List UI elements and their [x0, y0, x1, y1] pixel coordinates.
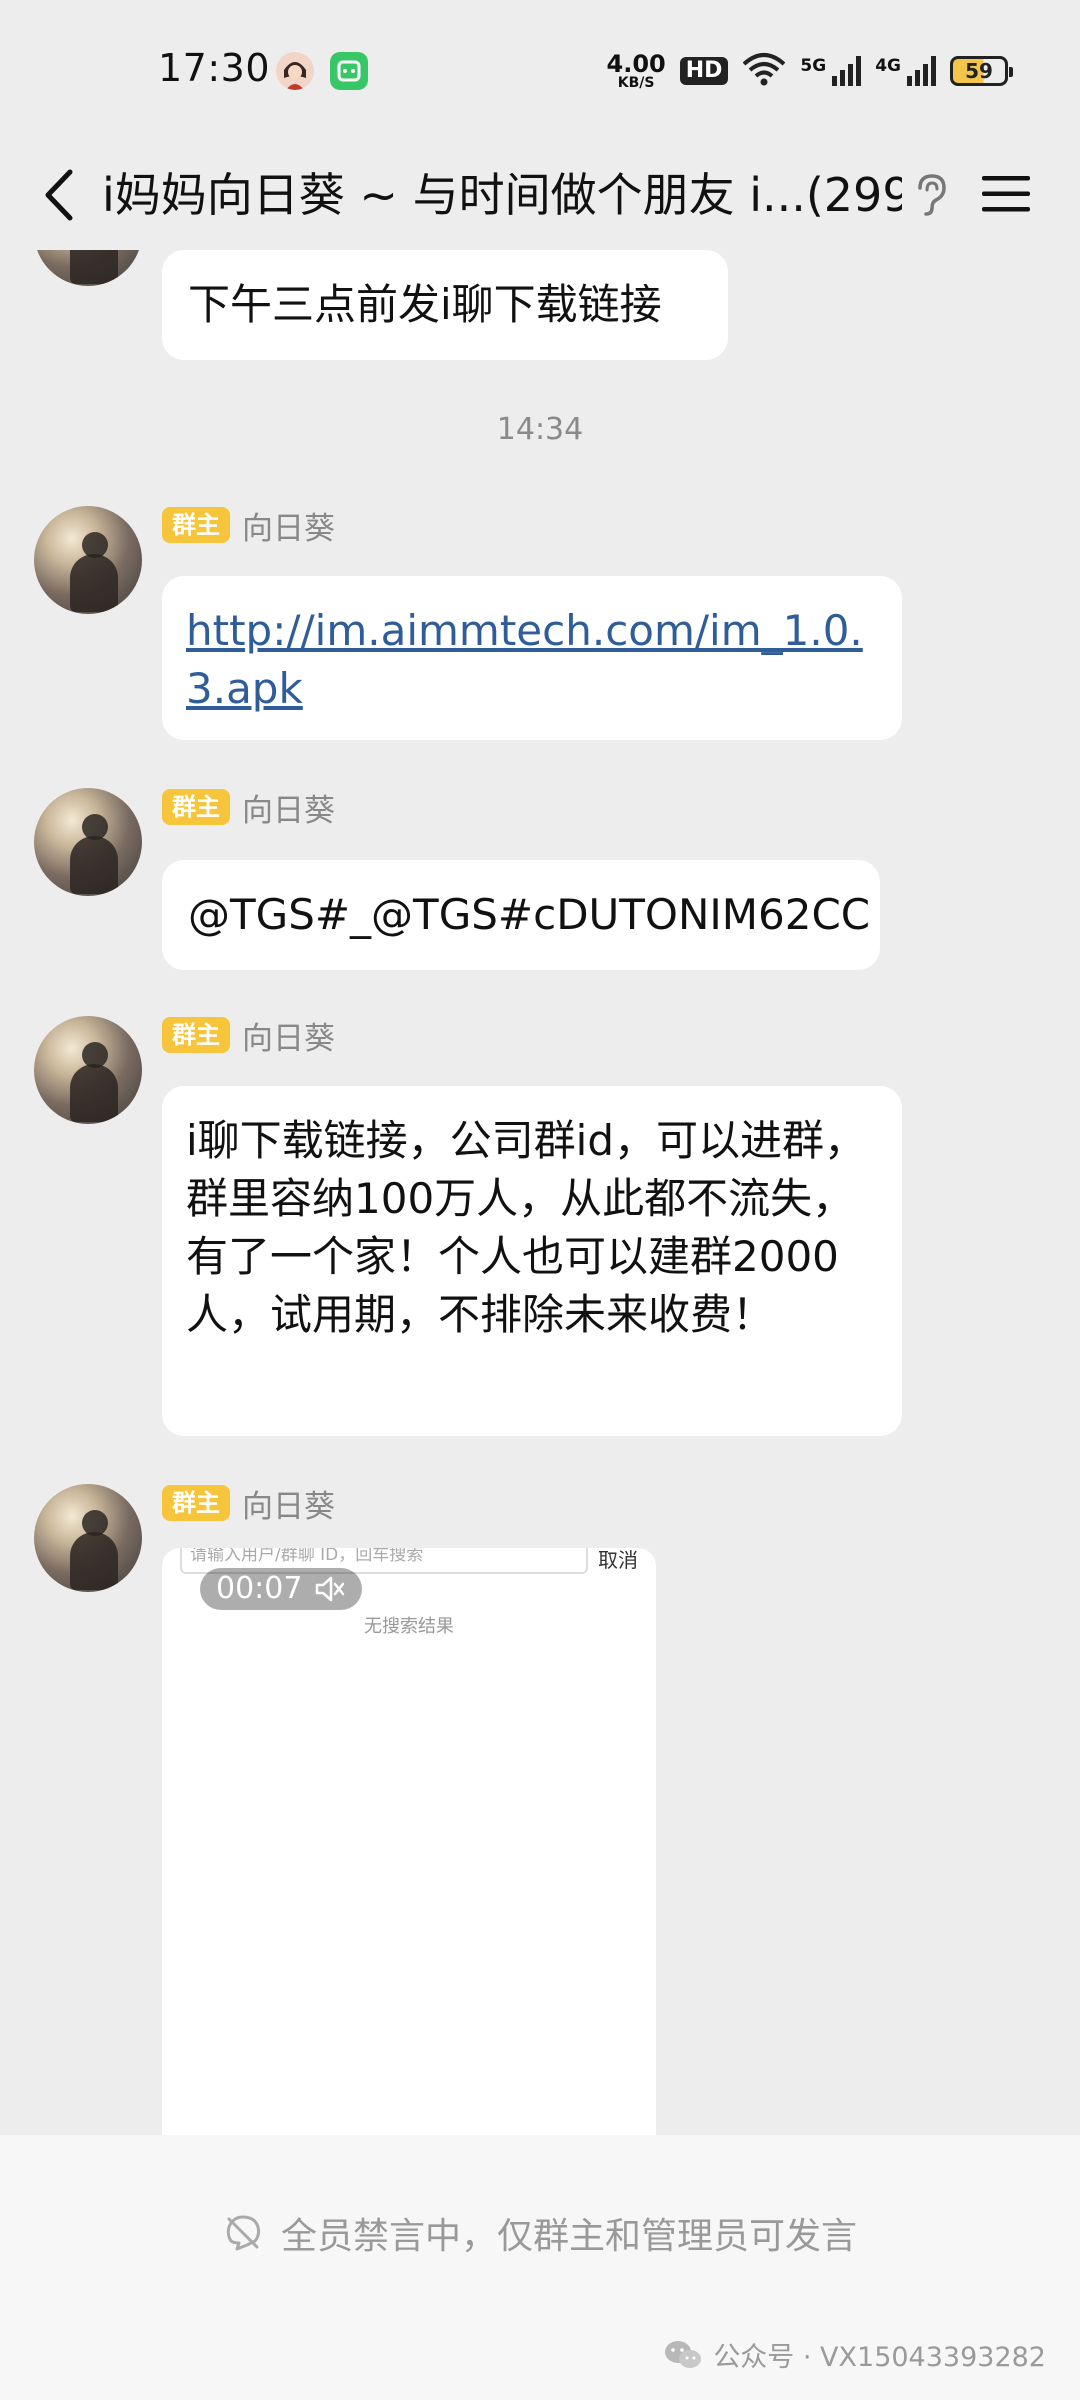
- wechat-icon: [665, 2340, 702, 2368]
- network-speed: 4.00 KB/S: [606, 50, 666, 91]
- hamburger-menu-icon: [982, 176, 1030, 212]
- message-link[interactable]: http://im.aimmtech.com/im_1.0.3.apk: [186, 606, 863, 713]
- hd-voice-icon: HD: [679, 57, 729, 85]
- sender-name: 向日葵: [242, 1020, 335, 1057]
- avatar[interactable]: [34, 788, 142, 896]
- signal-4g-icon: 4G: [875, 56, 936, 86]
- sender-name: 向日葵: [242, 510, 335, 547]
- avatar[interactable]: [34, 1016, 142, 1124]
- avatar[interactable]: [34, 250, 142, 286]
- group-owner-badge: 群主: [162, 789, 230, 825]
- chat-screen: 17:30 4.00 KB/S HD 5G 4G 59 i妈妈向日葵 ~ 与时间…: [0, 0, 1080, 2400]
- message-bubble[interactable]: 下午三点前发i聊下载链接: [162, 250, 728, 360]
- app-notification-icon: [330, 52, 368, 90]
- wifi-icon: [742, 52, 786, 90]
- input-area: 全员禁言中，仅群主和管理员可发言 公众号 · VX15043393282: [0, 2135, 1080, 2400]
- profile-notification-icon: [276, 52, 314, 90]
- back-button[interactable]: [36, 162, 86, 228]
- sender-name: 向日葵: [242, 1488, 335, 1525]
- sender-row: 群主 向日葵: [162, 1016, 335, 1057]
- group-owner-badge: 群主: [162, 1485, 230, 1521]
- chat-header: i妈妈向日葵 ~ 与时间做个朋友 i...(2999): [0, 140, 1080, 250]
- message-bubble[interactable]: i聊下载链接，公司群id，可以进群，群里容纳100万人，从此都不流失，有了一个家…: [162, 1086, 902, 1436]
- video-frame-no-result: 无搜索结果: [364, 1616, 454, 1637]
- sender-name: 向日葵: [242, 792, 335, 829]
- message-bubble[interactable]: http://im.aimmtech.com/im_1.0.3.apk: [162, 576, 902, 740]
- group-owner-badge: 群主: [162, 1017, 230, 1053]
- message-list[interactable]: 下午三点前发i聊下载链接 14:34 群主 向日葵 http://im.aimm…: [0, 250, 1080, 2135]
- sender-row: 群主 向日葵: [162, 506, 335, 547]
- avatar[interactable]: [34, 506, 142, 614]
- watermark: 公众号 · VX15043393282: [663, 2335, 1046, 2374]
- mute-icon: [316, 1576, 345, 1602]
- muted-notice: 全员禁言中，仅群主和管理员可发言: [0, 2203, 1080, 2263]
- more-menu-button[interactable]: [978, 166, 1034, 222]
- group-owner-badge: 群主: [162, 507, 230, 543]
- video-duration: 00:07: [200, 1568, 363, 1610]
- signal-5g-icon: 5G: [800, 56, 862, 86]
- avatar[interactable]: [34, 1484, 142, 1592]
- sender-row: 群主 向日葵: [162, 1484, 335, 1525]
- time-separator: 14:34: [496, 412, 584, 447]
- sender-row: 群主 向日葵: [162, 788, 335, 829]
- status-time: 17:30: [158, 46, 271, 90]
- chevron-left-icon: [45, 169, 73, 221]
- video-frame-cancel-label: 取消: [598, 1548, 638, 1572]
- chat-title: i妈妈向日葵 ~ 与时间做个朋友 i...(2999): [102, 168, 902, 222]
- message-bubble[interactable]: @TGS#_@TGS#cDUTONIM62CC: [162, 860, 880, 970]
- status-bar: 17:30 4.00 KB/S HD 5G 4G 59: [0, 0, 1080, 140]
- video-message[interactable]: 请输入用户/群聊 ID，回车搜索 取消 00:07 无搜索结果: [162, 1548, 656, 2135]
- battery-icon: 59: [950, 56, 1013, 86]
- mute-chat-icon: [226, 2215, 261, 2251]
- status-indicators: 4.00 KB/S HD 5G 4G 59: [606, 46, 1013, 96]
- earpiece-mode-icon: [910, 170, 950, 220]
